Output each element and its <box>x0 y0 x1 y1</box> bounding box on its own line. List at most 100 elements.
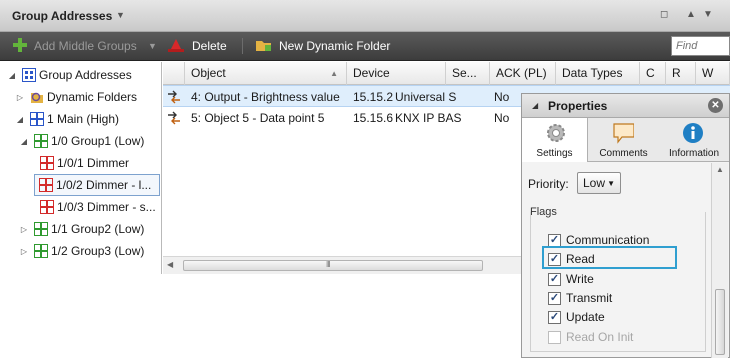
flag-label: Write <box>566 272 594 286</box>
grid-header: Object ▲ Device Se... ACK (PL) Data Type… <box>163 62 730 85</box>
toolbar: Add Middle Groups ▼ Delete New Dynamic F… <box>0 32 730 61</box>
toolbar-divider <box>242 38 243 54</box>
add-middle-groups-button[interactable]: Add Middle Groups <box>34 39 137 53</box>
expand-icon[interactable]: ▷ <box>18 225 30 234</box>
close-icon[interactable]: ✕ <box>708 98 723 113</box>
move-up-icon[interactable]: ▲ <box>686 9 696 20</box>
tree-item-address-1-0-2[interactable]: 1/0/2 Dimmer - l... <box>34 174 160 196</box>
column-header-se[interactable]: Se... <box>446 62 490 85</box>
column-header-c[interactable]: C <box>640 62 666 85</box>
properties-panel: ◢ Properties ✕ Settings Comments Informa… <box>521 93 730 358</box>
flag-label: Communication <box>566 233 650 247</box>
column-header-object[interactable]: Object ▲ <box>185 62 347 85</box>
group-addresses-icon <box>22 68 36 82</box>
read-on-init-checkbox[interactable] <box>548 330 561 344</box>
group-address-icon <box>39 178 53 192</box>
tab-settings[interactable]: Settings <box>522 118 588 162</box>
horizontal-scrollbar[interactable]: ◀ III <box>163 256 521 274</box>
scrollbar-thumb[interactable] <box>715 289 725 355</box>
chevron-down-icon: ▼ <box>607 179 615 188</box>
cell-device: 15.15.2 <box>353 90 394 104</box>
info-icon <box>683 123 703 143</box>
tree-item-label: Group Addresses <box>39 68 132 82</box>
title-dropdown-icon[interactable]: ▼ <box>116 10 125 20</box>
tree-item-label: 1/0/1 Dimmer <box>57 156 130 170</box>
communication-checkbox[interactable]: ✓ <box>548 233 561 247</box>
write-checkbox[interactable]: ✓ <box>548 272 561 286</box>
tab-information[interactable]: Information <box>659 118 729 162</box>
flag-label: Transmit <box>566 291 613 305</box>
priority-select[interactable]: Low ▼ <box>577 172 621 194</box>
scroll-grip: III <box>326 260 331 269</box>
collapse-icon[interactable]: ◢ <box>6 71 18 80</box>
delete-icon <box>168 39 184 52</box>
expand-icon[interactable]: ▷ <box>14 93 26 102</box>
scroll-left-icon[interactable]: ◀ <box>167 260 173 269</box>
main-group-icon <box>30 112 44 126</box>
flag-label: Update <box>566 310 605 324</box>
flag-label: Read On Init <box>566 330 634 344</box>
tree-item-address-1-0-1[interactable]: 1/0/1 Dimmer <box>24 152 129 174</box>
tree-item-label: 1/0/3 Dimmer - s... <box>57 200 156 214</box>
tab-label: Comments <box>599 148 648 159</box>
cell-device-name: KNX IP BAS <box>395 111 462 125</box>
scrollbar-thumb[interactable]: III <box>183 260 483 271</box>
new-dynamic-folder-button[interactable]: New Dynamic Folder <box>279 39 390 53</box>
tree-item-main-group[interactable]: ◢ 1 Main (High) <box>14 108 119 130</box>
new-folder-icon <box>256 41 271 51</box>
tab-label: Information <box>668 148 720 159</box>
scroll-up-icon[interactable]: ▲ <box>716 165 724 174</box>
properties-scrollbar[interactable]: ▲ <box>711 163 728 358</box>
sort-asc-icon: ▲ <box>330 69 338 78</box>
column-header-r[interactable]: R <box>666 62 696 85</box>
tree-item-middle-group-3[interactable]: ▷ 1/2 Group3 (Low) <box>18 240 144 262</box>
cell-device-name: Universal S <box>395 90 457 104</box>
properties-tabs: Settings Comments Information <box>522 118 729 162</box>
tab-label: Settings <box>536 148 573 159</box>
column-label: Object <box>191 66 226 80</box>
middle-group-icon <box>34 244 48 258</box>
flag-update[interactable]: ✓ Update <box>548 309 605 325</box>
read-flag-highlight <box>542 246 677 269</box>
middle-group-icon <box>34 134 48 148</box>
header-icon-column <box>163 62 185 85</box>
expand-icon[interactable]: ▷ <box>18 247 30 256</box>
group-address-icon <box>40 200 54 214</box>
transmit-checkbox[interactable]: ✓ <box>548 291 561 305</box>
tree-item-address-1-0-3[interactable]: 1/0/3 Dimmer - s... <box>24 196 156 218</box>
title-bar: Group Addresses ▼ ◻ ▲ ▼ <box>0 0 730 32</box>
dynamic-folder-icon <box>31 92 43 103</box>
find-input[interactable] <box>671 36 730 56</box>
flag-transmit[interactable]: ✓ Transmit <box>548 290 612 306</box>
add-icon <box>13 38 27 52</box>
collapse-panel-icon[interactable]: ◢ <box>532 101 538 110</box>
add-dropdown-icon[interactable]: ▼ <box>148 41 157 51</box>
communication-object-icon <box>168 90 180 104</box>
cell-device: 15.15.6 <box>353 111 394 125</box>
cell-object: 4: Output - Brightness value <box>191 90 340 104</box>
priority-value: Low <box>583 176 606 190</box>
restore-icon[interactable]: ◻ <box>660 9 668 20</box>
collapse-icon[interactable]: ◢ <box>18 137 30 146</box>
flag-write[interactable]: ✓ Write <box>548 271 594 287</box>
window-title: Group Addresses <box>12 9 113 23</box>
column-header-ack[interactable]: ACK (PL) <box>490 62 556 85</box>
group-address-icon <box>40 156 54 170</box>
column-header-data-types[interactable]: Data Types <box>556 62 640 85</box>
tree-item-dynamic-folders[interactable]: ▷ Dynamic Folders <box>14 86 137 108</box>
tab-comments[interactable]: Comments <box>589 118 658 162</box>
delete-button[interactable]: Delete <box>192 39 227 53</box>
move-down-icon[interactable]: ▼ <box>703 9 713 20</box>
middle-group-icon <box>34 222 48 236</box>
tree-item-group-addresses[interactable]: ◢ Group Addresses <box>6 64 132 86</box>
column-header-w[interactable]: W <box>696 62 730 85</box>
tree-item-middle-group-2[interactable]: ▷ 1/1 Group2 (Low) <box>18 218 144 240</box>
update-checkbox[interactable]: ✓ <box>548 310 561 324</box>
gear-icon <box>547 124 565 142</box>
tree-item-label: Dynamic Folders <box>47 90 138 104</box>
tree-item-middle-group-1[interactable]: ◢ 1/0 Group1 (Low) <box>18 130 144 152</box>
collapse-icon[interactable]: ◢ <box>14 115 26 124</box>
column-header-device[interactable]: Device <box>347 62 446 85</box>
flag-read-on-init[interactable]: Read On Init <box>548 329 633 345</box>
priority-label: Priority: <box>528 177 569 191</box>
